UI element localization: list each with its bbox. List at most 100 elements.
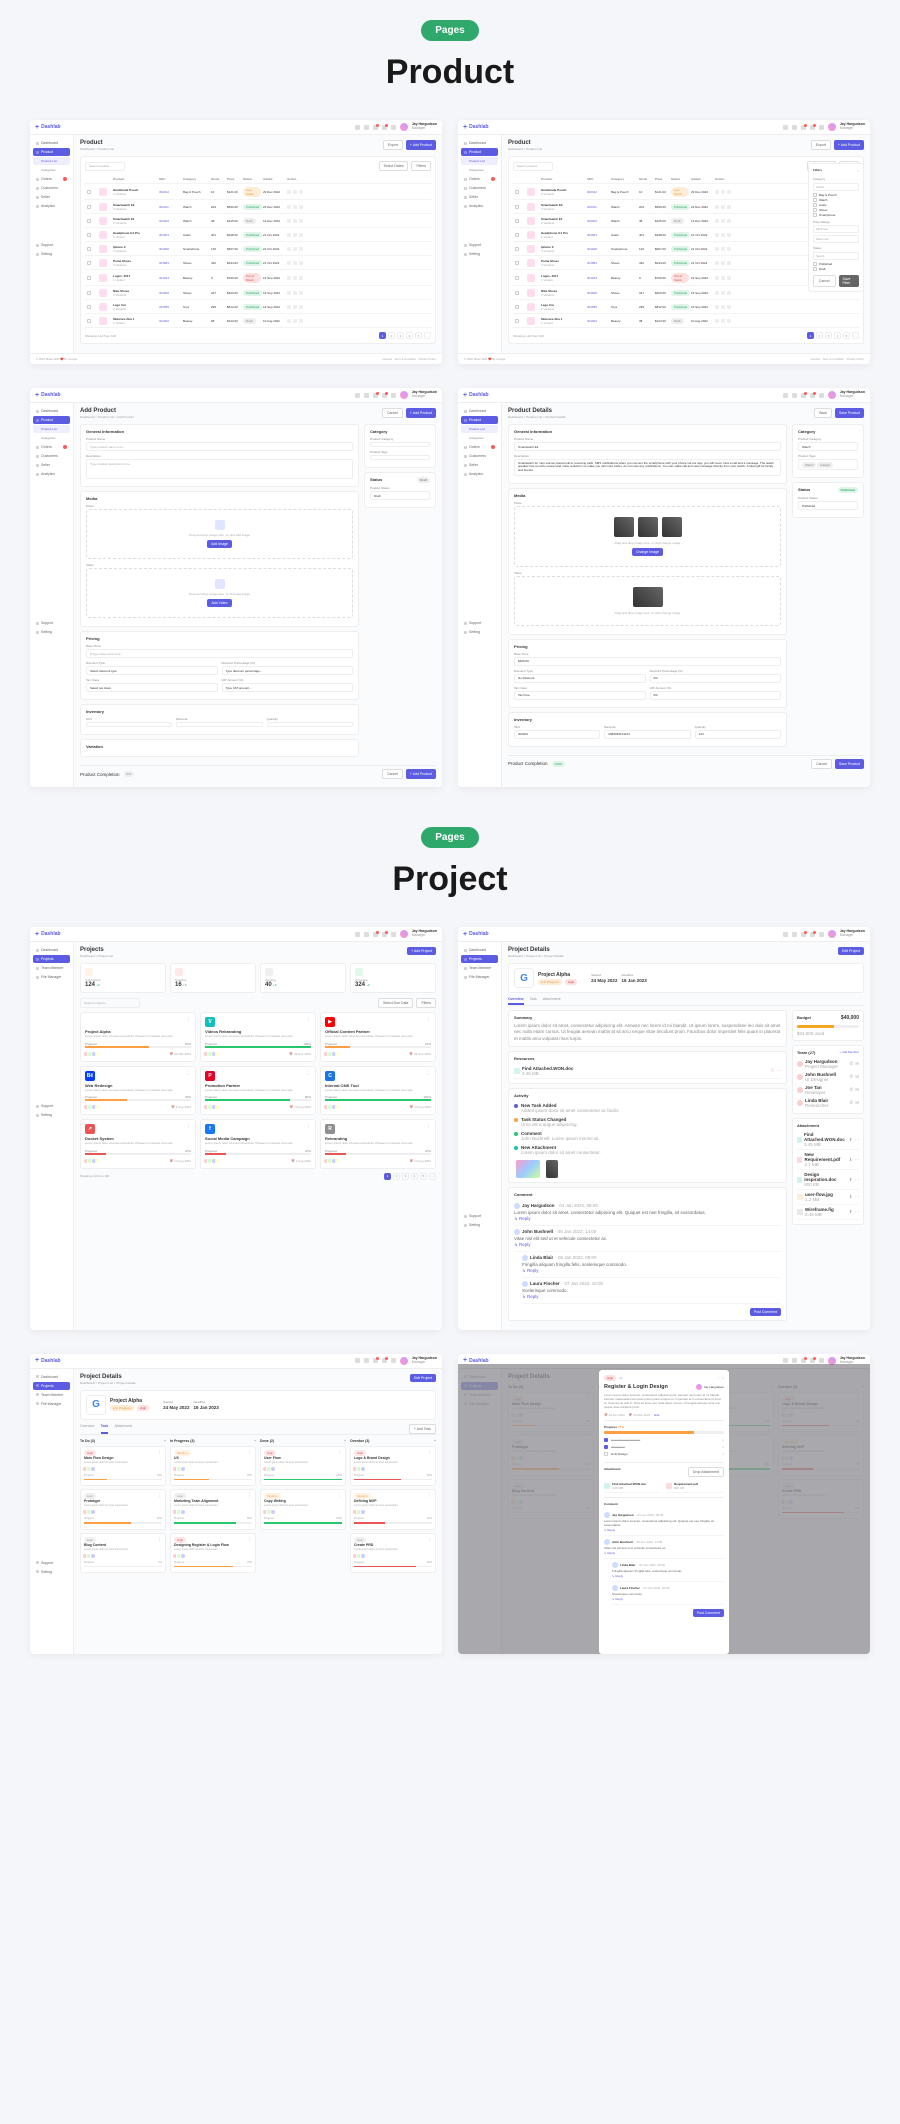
message-icon[interactable] (382, 125, 387, 130)
project-card[interactable]: G⋮Project AlphaLorem ipsum dolor sit ame… (80, 1012, 196, 1062)
download-icon[interactable]: ⬇ (849, 1209, 853, 1215)
add-card-icon[interactable]: + (254, 1439, 256, 1443)
project-card[interactable]: f⋮Social Media CampaignLorem ipsum dolor… (200, 1119, 316, 1169)
row-actions[interactable] (287, 291, 307, 295)
checkbox[interactable] (515, 291, 519, 295)
tab-overview[interactable]: Overview (508, 997, 524, 1005)
project-card[interactable]: ▶⋮Official Content PartnerLorem ipsum do… (320, 1012, 436, 1062)
checkbox[interactable] (87, 261, 91, 265)
search-input[interactable]: Search product (85, 162, 125, 171)
checkbox[interactable] (87, 219, 91, 223)
kanban-card[interactable]: High⋮User FlowLorem ipsum dolor sit amet… (260, 1446, 346, 1487)
row-actions[interactable] (715, 276, 735, 280)
checkbox[interactable] (515, 305, 519, 309)
edit-task-link[interactable]: Edit (654, 1413, 659, 1417)
table-row[interactable]: Smartwatch E12 Variants302002Watch48$125… (85, 214, 431, 228)
row-actions[interactable] (715, 305, 735, 309)
kanban-card[interactable]: High⋮Designing Register & Login FlowLore… (170, 1533, 256, 1574)
checkbox[interactable] (515, 247, 519, 251)
row-actions[interactable] (715, 247, 735, 251)
more-icon[interactable]: ⋮ (427, 1017, 432, 1029)
reply-link[interactable]: ↳ Reply (522, 1294, 781, 1300)
mail-icon[interactable]: ✉ (855, 1061, 859, 1067)
close-icon[interactable]: × (722, 1376, 724, 1380)
product-name-input[interactable]: Type product name here... (86, 442, 353, 451)
nav-orders[interactable]: Orders (33, 175, 70, 183)
edit-project-button[interactable]: Edit Project (838, 947, 864, 955)
calendar-icon[interactable] (364, 125, 369, 130)
reply-link[interactable]: ↳ Reply (612, 1597, 724, 1601)
download-icon[interactable]: ⬇ (849, 1137, 853, 1143)
row-actions[interactable] (287, 319, 307, 323)
kanban-card[interactable]: High⋮Main Flow DesignLorem ipsum dolor s… (80, 1446, 166, 1487)
table-row[interactable]: Skincare Alia 11 Variant301002Beauty38$1… (85, 314, 431, 328)
video-dropzone[interactable]: Drag and drop image here, or click add i… (86, 568, 353, 618)
download-icon[interactable]: ⬇ (849, 1157, 853, 1163)
project-card[interactable]: ↗⋮Docket SystemLorem ipsum dolor sit ame… (80, 1119, 196, 1169)
table-row[interactable]: Handmade Pouch3 Variants302012Bag & Pouc… (85, 184, 431, 200)
brand-logo[interactable]: Dashlab (35, 124, 61, 131)
phone-icon[interactable]: ✆ (849, 1074, 853, 1080)
row-actions[interactable] (287, 205, 307, 209)
checkbox[interactable] (515, 261, 519, 265)
reply-link[interactable]: ↳ Reply (514, 1242, 781, 1248)
checkbox[interactable] (87, 276, 91, 280)
row-actions[interactable] (287, 219, 307, 223)
table-row[interactable]: Headphone G1 Pro1 Variant301901Audio401$… (85, 228, 431, 242)
reply-link[interactable]: ↳ Reply (522, 1268, 781, 1274)
date-filter[interactable]: Select Dates (379, 161, 409, 171)
add-card-icon[interactable]: + (434, 1439, 436, 1443)
nav-analytics[interactable]: Analytics (33, 202, 70, 210)
kanban-card[interactable]: Medium⋮Defining MVPLorem ipsum dolor sit… (350, 1489, 436, 1530)
more-icon[interactable]: ⋮ (187, 1017, 192, 1029)
reply-link[interactable]: ↳ Reply (612, 1574, 724, 1578)
checkbox[interactable] (87, 233, 91, 237)
table-row[interactable]: Smartwatch E23 Variants302011Watch204$59… (85, 200, 431, 214)
row-actions[interactable] (715, 233, 735, 237)
checkbox[interactable] (87, 291, 91, 295)
row-actions[interactable] (287, 190, 307, 194)
more-icon[interactable]: ⋮ (307, 1124, 312, 1136)
checkbox[interactable] (87, 305, 91, 309)
table-row[interactable]: Iphone X4 Variants301900Smartphone120$60… (85, 242, 431, 256)
expand-icon[interactable]: ⛶ (717, 1376, 719, 1380)
more-icon[interactable]: ⋮ (427, 1071, 432, 1083)
reply-link[interactable]: ↳ Reply (604, 1551, 724, 1555)
table-row[interactable]: Lego Car2 Variants301555Toys299$812.00Pu… (85, 300, 431, 314)
checkbox[interactable] (87, 247, 91, 251)
table-row[interactable]: Nike Shoes3 Variants301600Shoes347$400.0… (85, 286, 431, 300)
project-card[interactable]: P⋮Promotion PartnerLorem ipsum dolor sit… (200, 1066, 316, 1116)
tab-attachment[interactable]: Attachment (543, 997, 561, 1005)
kanban-card[interactable]: Low⋮Blog ContentLorem ipsum dolor sit am… (80, 1533, 166, 1574)
row-actions[interactable] (287, 305, 307, 309)
row-actions[interactable] (287, 261, 307, 265)
checkbox[interactable] (515, 319, 519, 323)
user-avatar[interactable] (400, 123, 408, 131)
base-price-input[interactable]: $ Type base price here... (86, 649, 353, 658)
add-member-button[interactable]: + Add Member (839, 1050, 859, 1057)
checkbox[interactable] (515, 276, 519, 280)
more-icon[interactable]: ⋮ (427, 1124, 432, 1136)
kanban-card[interactable]: Medium⋮UXLorem ipsum dolor sit amet cons… (170, 1446, 256, 1487)
checkbox[interactable] (87, 319, 91, 323)
nav-dashboard[interactable]: Dashboard (33, 139, 70, 147)
more-icon[interactable]: ⋮ (187, 1071, 192, 1083)
more-icon[interactable]: ⋮ (187, 1124, 192, 1136)
modal-overlay[interactable]: High#1⛶× Register & Login DesignJay Harg… (458, 1364, 870, 1654)
row-actions[interactable] (715, 219, 735, 223)
project-card[interactable]: C⋮Internal CMS ToolLorem ipsum dolor sit… (320, 1066, 436, 1116)
kanban-card[interactable]: Low⋮Create PRDLorem ipsum dolor sit amet… (350, 1533, 436, 1574)
mail-icon[interactable]: ✉ (855, 1074, 859, 1080)
search-icon[interactable] (355, 125, 360, 130)
mail-icon[interactable]: ✉ (855, 1087, 859, 1093)
reply-link[interactable]: ↳ Reply (514, 1216, 781, 1222)
checkbox[interactable] (515, 219, 519, 223)
row-actions[interactable] (287, 247, 307, 251)
add-card-icon[interactable]: + (164, 1439, 166, 1443)
more-icon[interactable]: ⋮ (307, 1017, 312, 1029)
checkbox[interactable] (515, 205, 519, 209)
mail-icon[interactable]: ✉ (855, 1100, 859, 1106)
nav-seller[interactable]: Seller (33, 193, 70, 201)
project-card[interactable]: R⋮RebrandingLorem ipsum dolor sit amet c… (320, 1119, 436, 1169)
user-menu[interactable]: Jay HargudsonManager (412, 123, 437, 131)
